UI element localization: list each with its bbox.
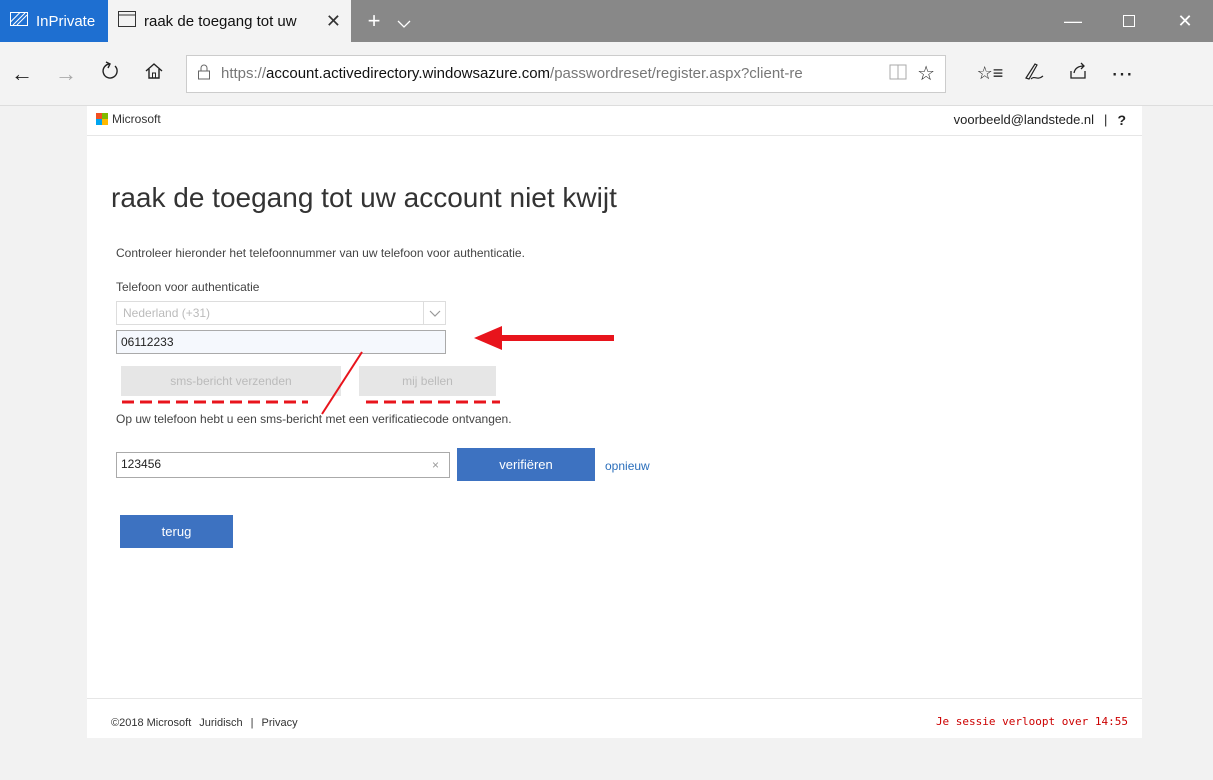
inprivate-label: InPrivate (36, 12, 96, 30)
inprivate-badge[interactable]: InPrivate (0, 0, 108, 42)
back-button-page[interactable]: terug (120, 515, 233, 548)
star-icon[interactable]: ☆ (917, 61, 935, 86)
tab-title: raak de toegang tot uw (144, 12, 297, 30)
inprivate-icon (10, 12, 28, 30)
arrow-left-icon: ← (11, 60, 33, 86)
more-icon: ⋯ (1111, 60, 1133, 86)
favorites-button[interactable]: ☆≡ (968, 61, 1012, 87)
reading-view-icon[interactable] (889, 64, 907, 84)
share-button[interactable] (1056, 61, 1100, 87)
notes-button[interactable] (1012, 61, 1056, 87)
legal-link[interactable]: Juridisch (199, 717, 242, 729)
user-email[interactable]: voorbeeld@landstede.nl (954, 112, 1094, 128)
forward-button[interactable]: → (44, 61, 88, 87)
user-area: voorbeeld@landstede.nl | ? (954, 112, 1126, 128)
more-button[interactable]: ⋯ (1100, 61, 1144, 87)
clear-icon[interactable]: × (432, 458, 439, 472)
sms-info-text: Op uw telefoon hebt u een sms-bericht me… (116, 412, 512, 426)
maximize-button[interactable] (1101, 0, 1157, 42)
page-content: Microsoft voorbeeld@landstede.nl | ? raa… (87, 106, 1142, 738)
back-button[interactable]: ← (0, 61, 44, 87)
session-timer: Je sessie verloopt over 14:55 (935, 715, 1128, 728)
country-value: Nederland (+31) (123, 306, 211, 320)
tab-page-icon (118, 11, 136, 31)
home-button[interactable] (132, 61, 176, 87)
refresh-icon (100, 60, 120, 87)
browser-titlebar: InPrivate raak de toegang tot uw ✕ + — ✕ (0, 0, 1213, 42)
minimize-icon: — (1064, 10, 1082, 31)
chevron-down-icon (397, 8, 411, 34)
microsoft-logo: Microsoft (96, 112, 161, 126)
address-bar[interactable]: https://account.activedirectory.windowsa… (186, 54, 946, 93)
retry-link[interactable]: opnieuw (605, 459, 650, 473)
home-icon (144, 61, 164, 87)
favorites-list-icon: ☆≡ (976, 63, 1004, 83)
brand-name: Microsoft (112, 112, 161, 126)
url-host: account.activedirectory.windowsazure.com (266, 65, 551, 82)
chevron-down-icon (423, 302, 445, 324)
tab-list-button[interactable] (389, 0, 419, 42)
window-controls: — ✕ (1045, 0, 1213, 42)
country-select[interactable]: Nederland (+31) (116, 301, 446, 325)
plus-icon: + (367, 8, 381, 33)
microsoft-logo-icon (96, 113, 108, 125)
share-icon (1068, 61, 1088, 87)
toolbar-right: ☆≡ ⋯ (954, 61, 1144, 87)
ms-header: Microsoft voorbeeld@landstede.nl | ? (87, 106, 1142, 136)
browser-navbar: ← → https://account.activedirectory.wind… (0, 42, 1213, 106)
phone-label: Telefoon voor authenticatie (116, 280, 260, 294)
url-scheme: https:// (221, 65, 267, 82)
lock-icon (197, 64, 211, 84)
page-footer: ©2018 Microsoft Juridisch | Privacy Je s… (87, 698, 1142, 738)
copyright-text: ©2018 Microsoft (111, 717, 192, 729)
close-icon: ✕ (1177, 10, 1193, 31)
footer-separator: | (250, 717, 254, 729)
phone-input[interactable]: 06112233 (116, 330, 446, 354)
maximize-icon (1123, 11, 1135, 32)
new-tab-button[interactable]: + (359, 0, 389, 42)
minimize-button[interactable]: — (1045, 0, 1101, 42)
close-window-button[interactable]: ✕ (1157, 0, 1213, 42)
pen-icon (1023, 61, 1045, 87)
header-separator: | (1104, 112, 1108, 127)
url-path: /passwordreset/register.aspx?client-re (550, 65, 803, 82)
tab-close-icon[interactable]: ✕ (326, 11, 341, 32)
privacy-link[interactable]: Privacy (262, 717, 298, 729)
arrow-right-icon: → (55, 60, 77, 86)
refresh-button[interactable] (88, 60, 132, 87)
instruction-text: Controleer hieronder het telefoonnummer … (116, 246, 525, 260)
verification-code-input[interactable]: 123456 (116, 452, 450, 478)
send-sms-button[interactable]: sms-bericht verzenden (121, 366, 341, 396)
tab-active[interactable]: raak de toegang tot uw ✕ (108, 0, 351, 42)
call-me-button[interactable]: mij bellen (359, 366, 496, 396)
help-link[interactable]: ? (1117, 112, 1126, 128)
page-title: raak de toegang tot uw account niet kwij… (111, 182, 617, 213)
verify-button[interactable]: verifiëren (457, 448, 595, 481)
